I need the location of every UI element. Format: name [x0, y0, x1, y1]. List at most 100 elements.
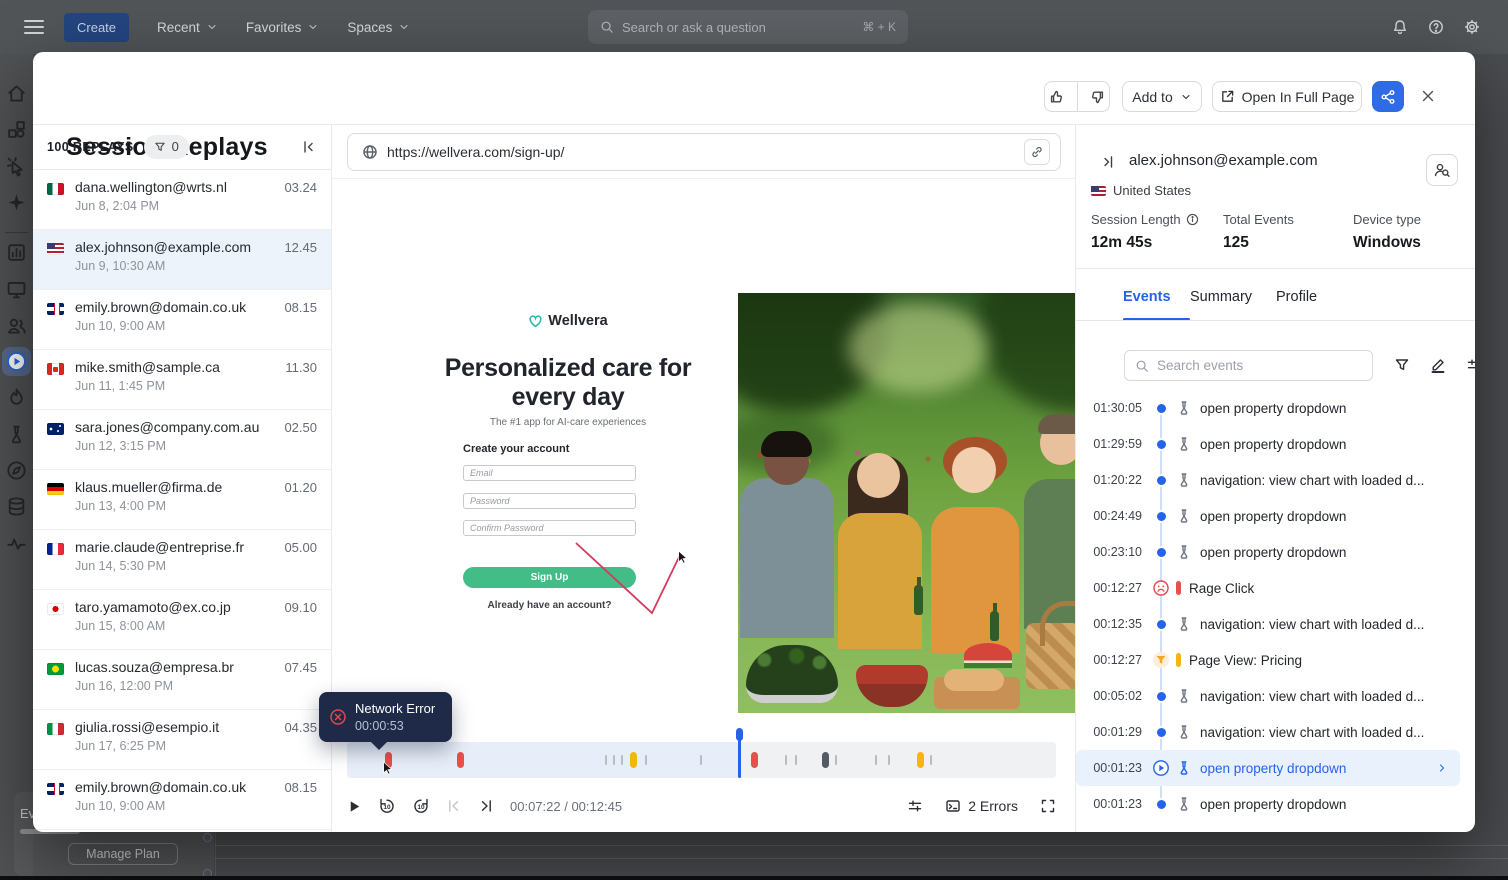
rail-play-circle-icon[interactable] — [6, 351, 27, 372]
thumbs-up-button[interactable] — [1045, 82, 1070, 111]
timeline-playhead[interactable] — [738, 729, 741, 778]
settings-gear-icon[interactable] — [1464, 19, 1480, 35]
replay-list-item[interactable]: taro.yamamoto@ex.co.jp 09.10 Jun 15, 8:0… — [33, 590, 331, 650]
events-settings-icon[interactable] — [1466, 357, 1475, 373]
expand-panel-icon[interactable] — [1100, 154, 1116, 170]
event-row[interactable]: 00:05:02 navigation: view chart with loa… — [1076, 678, 1474, 714]
replay-list-item[interactable]: alex.johnson@example.com 12.45 Jun 9, 10… — [33, 230, 331, 290]
playback-settings-icon[interactable] — [907, 798, 923, 814]
event-row[interactable]: 01:30:05 open property dropdown — [1076, 390, 1474, 426]
event-row[interactable]: 00:01:23 open property dropdown — [1076, 786, 1474, 822]
event-row[interactable]: 00:23:10 open property dropdown — [1076, 534, 1474, 570]
menu-favorites[interactable]: Favorites — [246, 20, 320, 35]
site-signup-button[interactable]: Sign Up — [463, 567, 636, 588]
timeline-tick-marker[interactable] — [700, 755, 702, 765]
site-password-field[interactable]: Password — [463, 493, 636, 509]
timeline-tick-marker[interactable] — [930, 755, 932, 765]
timeline-tick-marker[interactable] — [875, 755, 877, 765]
photo-salad-bowl — [746, 645, 838, 703]
open-in-full-page-button[interactable]: Open In Full Page — [1212, 81, 1362, 112]
timeline-error-marker[interactable] — [457, 752, 464, 768]
menu-recent[interactable]: Recent — [157, 20, 218, 35]
skip-to-start-button[interactable] — [446, 798, 462, 814]
timeline-tick-marker[interactable] — [605, 755, 607, 765]
notifications-bell-icon[interactable] — [1392, 19, 1408, 35]
event-row[interactable]: 01:29:59 open property dropdown — [1076, 426, 1474, 462]
event-row[interactable]: 00:12:27 Rage Click — [1076, 570, 1474, 606]
timeline-tick-marker[interactable] — [645, 755, 647, 765]
tab-summary[interactable]: Summary — [1190, 289, 1252, 305]
replay-item-main: giulia.rossi@esempio.it 04.35 Jun 17, 6:… — [75, 719, 317, 769]
timeline-tick-marker[interactable] — [835, 755, 837, 765]
create-button[interactable]: Create — [64, 13, 129, 42]
rewind-10-button[interactable]: 10 — [378, 797, 396, 815]
replay-list-item[interactable]: lucas.souza@empresa.br 07.45 Jun 16, 12:… — [33, 650, 331, 710]
event-row[interactable]: 00:12:35 navigation: view chart with loa… — [1076, 606, 1474, 642]
rail-users-icon[interactable] — [6, 315, 27, 336]
rail-database-icon[interactable] — [6, 496, 27, 517]
user-lookup-button[interactable] — [1426, 154, 1458, 186]
rail-flame-icon[interactable] — [6, 387, 27, 408]
info-icon[interactable] — [1186, 213, 1199, 226]
replay-list-item[interactable]: sara.jones@company.com.au 02.50 Jun 12, … — [33, 410, 331, 470]
event-time: 01:20:22 — [1090, 473, 1142, 487]
console-errors-button[interactable]: 2 Errors — [945, 798, 1018, 814]
site-signin-link[interactable]: Already have an account? — [463, 600, 636, 611]
add-to-button[interactable]: Add to — [1122, 81, 1202, 112]
tab-profile[interactable]: Profile — [1276, 289, 1317, 305]
share-button[interactable] — [1372, 81, 1404, 112]
rail-cubes-icon[interactable] — [6, 119, 27, 140]
skip-to-end-button[interactable] — [478, 798, 494, 814]
replay-filter-chip[interactable]: 0 — [144, 135, 189, 159]
rail-home-icon[interactable] — [6, 83, 27, 104]
event-row[interactable]: 01:20:22 navigation: view chart with loa… — [1076, 462, 1474, 498]
timeline-tick-marker[interactable] — [613, 755, 615, 765]
event-row[interactable]: 00:01:23 open property dropdown — [1076, 750, 1460, 786]
rail-monitor-icon[interactable] — [6, 279, 27, 300]
timeline-tick-marker[interactable] — [795, 755, 797, 765]
thumbs-down-button[interactable] — [1084, 82, 1109, 111]
timeline-pageview-marker[interactable] — [630, 752, 637, 768]
site-email-field[interactable]: Email — [463, 465, 636, 481]
site-confirm-password-field[interactable]: Confirm Password — [463, 520, 636, 536]
replay-list-item[interactable]: emily.brown@domain.co.uk 08.15 Jun 10, 9… — [33, 770, 331, 830]
menu-spaces[interactable]: Spaces — [347, 20, 410, 35]
manage-plan-button[interactable]: Manage Plan — [68, 843, 178, 865]
timeline-error-marker[interactable] — [751, 752, 758, 768]
copy-link-button[interactable] — [1024, 139, 1050, 165]
replay-list-item[interactable]: mike.smith@sample.ca 11.30 Jun 11, 1:45 … — [33, 350, 331, 410]
rail-cursor-click-icon[interactable] — [6, 156, 27, 177]
events-highlight-icon[interactable] — [1430, 357, 1446, 373]
timeline-tick-marker[interactable] — [785, 755, 787, 765]
rail-flask-icon[interactable] — [6, 424, 27, 445]
event-row[interactable]: 00:01:29 navigation: view chart with loa… — [1076, 714, 1474, 750]
timeline-event-marker[interactable] — [822, 752, 829, 768]
fullscreen-icon[interactable] — [1040, 798, 1056, 814]
search-events-input[interactable]: Search events — [1124, 350, 1373, 381]
timeline-tick-marker[interactable] — [888, 755, 890, 765]
help-icon[interactable] — [1428, 19, 1444, 35]
replay-timeline[interactable] — [347, 742, 1056, 778]
play-button[interactable] — [347, 799, 362, 814]
replay-list-item[interactable]: dana.wellington@wrts.nl 03.24 Jun 8, 2:0… — [33, 170, 331, 230]
event-row[interactable]: 00:12:27 Page View: Pricing — [1076, 642, 1474, 678]
rail-pulse-icon[interactable] — [6, 533, 27, 554]
rail-sparkle-icon[interactable] — [6, 192, 27, 213]
replay-list-item[interactable]: klaus.mueller@firma.de 01.20 Jun 13, 4:0… — [33, 470, 331, 530]
forward-10-button[interactable]: 10 — [412, 797, 430, 815]
rail-chart-bar-icon[interactable] — [6, 242, 27, 263]
tab-events[interactable]: Events — [1123, 289, 1171, 305]
rail-compass-icon[interactable] — [6, 460, 27, 481]
event-row[interactable]: 00:24:49 open property dropdown — [1076, 498, 1474, 534]
collapse-panel-icon[interactable] — [301, 139, 317, 155]
close-icon[interactable] — [1420, 88, 1436, 104]
events-filter-icon[interactable] — [1394, 357, 1410, 373]
global-search-input[interactable]: Search or ask a question ⌘ + K — [588, 10, 908, 44]
replay-list-item[interactable]: giulia.rossi@esempio.it 04.35 Jun 17, 6:… — [33, 710, 331, 770]
background-divider — [215, 832, 216, 876]
timeline-pageview-marker[interactable] — [917, 752, 924, 768]
hamburger-menu-icon[interactable] — [24, 20, 44, 34]
replay-list-item[interactable]: emily.brown@domain.co.uk 08.15 Jun 10, 9… — [33, 290, 331, 350]
replay-list-item[interactable]: marie.claude@entreprise.fr 05.00 Jun 14,… — [33, 530, 331, 590]
event-label: Page View: Pricing — [1189, 653, 1302, 668]
